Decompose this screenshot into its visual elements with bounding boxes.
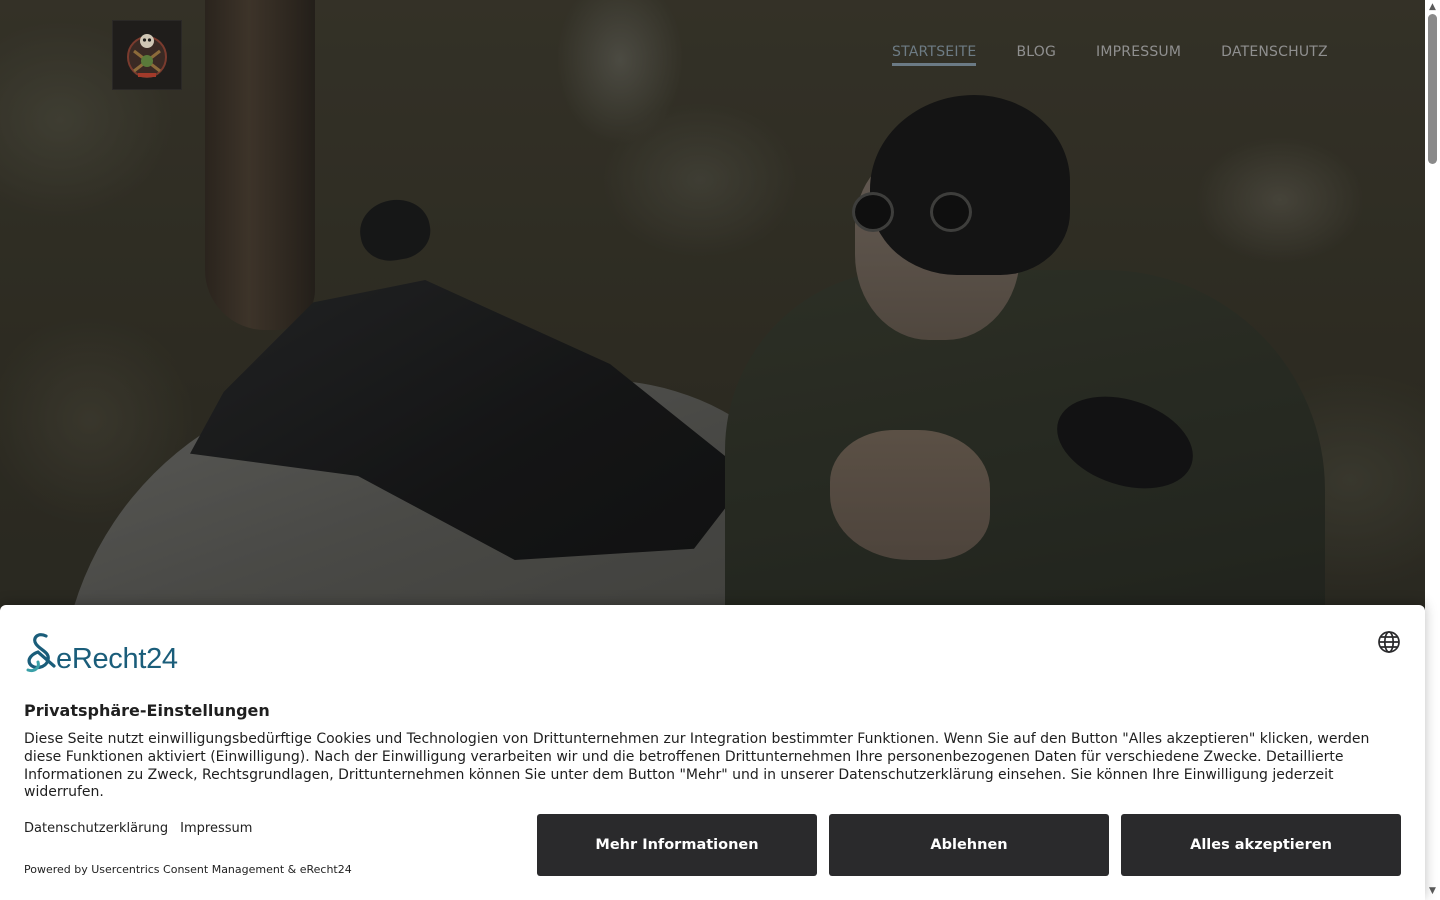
scroll-up-arrow-icon[interactable]: ▲ (1425, 0, 1440, 14)
consent-title: Privatsphäre-Einstellungen (24, 701, 270, 720)
nav-datenschutz[interactable]: DATENSCHUTZ (1221, 44, 1328, 66)
main-nav: STARTSEITE BLOG IMPRESSUM DATENSCHUTZ (892, 44, 1328, 66)
consent-banner: eRecht24 Privatsphäre-Einstellungen Dies… (0, 605, 1425, 900)
consent-text: Diese Seite nutzt einwilligungsbedürftig… (24, 731, 1370, 801)
nav-blog[interactable]: BLOG (1016, 44, 1056, 66)
globe-icon[interactable] (1377, 630, 1401, 654)
erecht24-logo: eRecht24 (24, 630, 178, 674)
page-scrollbar[interactable]: ▲ ▼ (1425, 0, 1440, 900)
more-info-button[interactable]: Mehr Informationen (537, 814, 817, 876)
brand-name: eRecht24 (56, 643, 178, 675)
deny-button[interactable]: Ablehnen (829, 814, 1109, 876)
imprint-link[interactable]: Impressum (180, 821, 252, 836)
accept-all-button[interactable]: Alles akzeptieren (1121, 814, 1401, 876)
erecht24-ampersand-icon (26, 633, 56, 672)
site-logo[interactable] (112, 20, 182, 90)
powered-by-text: Powered by Usercentrics Consent Manageme… (24, 863, 352, 876)
skull-emblem-icon (127, 34, 167, 78)
nav-startseite[interactable]: STARTSEITE (892, 44, 977, 66)
nav-impressum[interactable]: IMPRESSUM (1096, 44, 1181, 66)
scroll-thumb[interactable] (1428, 14, 1437, 164)
scroll-down-arrow-icon[interactable]: ▼ (1425, 884, 1440, 898)
consent-links: Datenschutzerklärung Impressum (24, 821, 252, 836)
privacy-policy-link[interactable]: Datenschutzerklärung (24, 821, 168, 836)
